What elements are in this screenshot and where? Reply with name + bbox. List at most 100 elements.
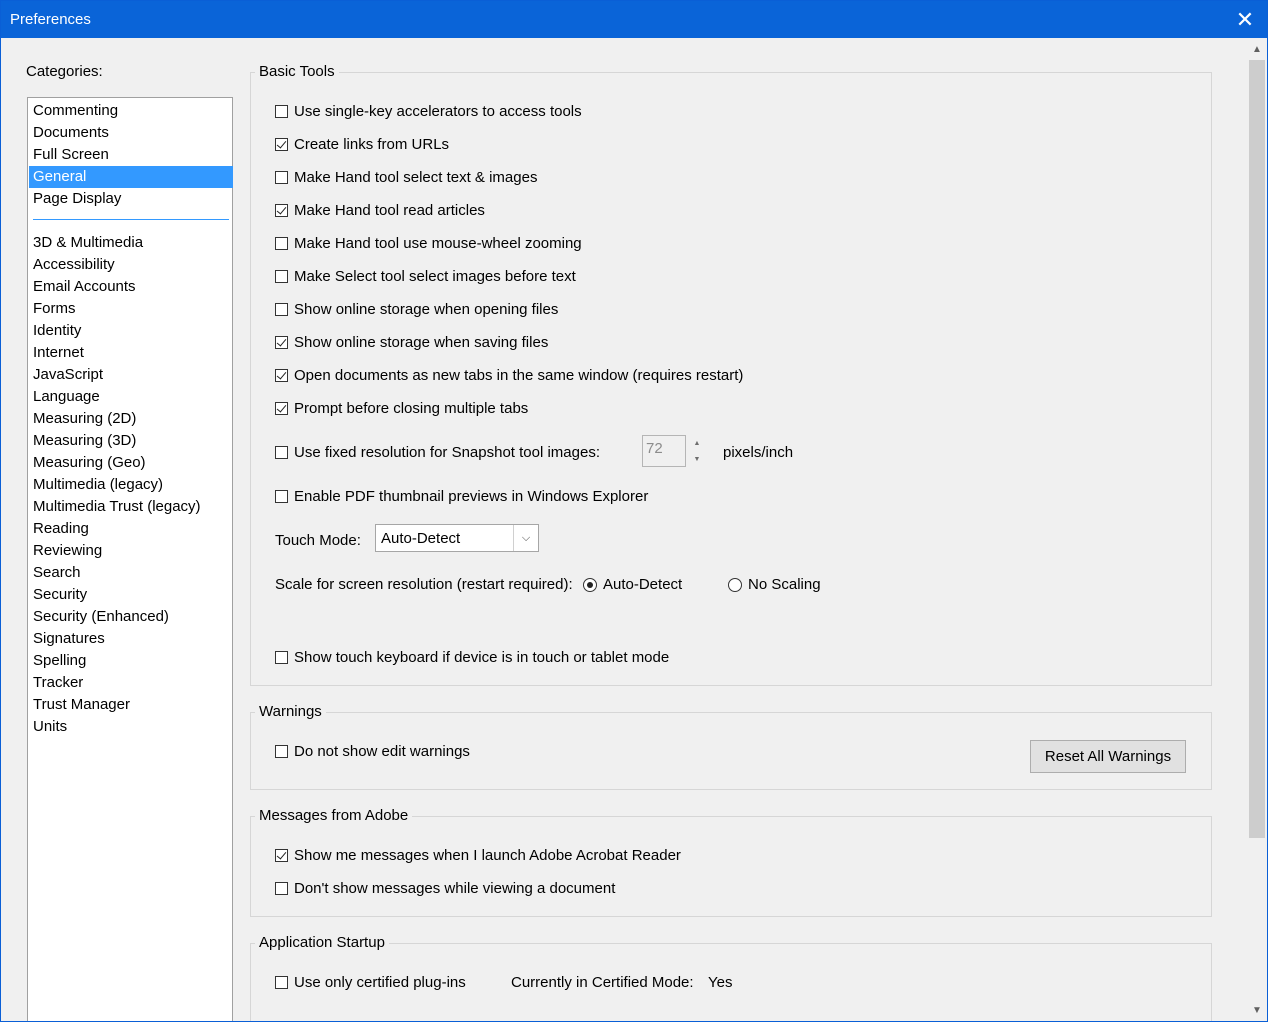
option-label: Make Hand tool use mouse-wheel zooming: [294, 235, 582, 252]
checkbox[interactable]: [275, 303, 288, 316]
scale-no-scaling-label: No Scaling: [748, 576, 821, 593]
checkbox[interactable]: [275, 270, 288, 283]
certified-plugins-checkbox[interactable]: [275, 976, 288, 989]
scale-label: Scale for screen resolution (restart req…: [275, 576, 573, 593]
category-item-measuring-2d[interactable]: Measuring (2D): [29, 408, 233, 430]
category-item-email-accounts[interactable]: Email Accounts: [29, 276, 233, 298]
option-make-hand-tool-select-text-images[interactable]: Make Hand tool select text & images: [275, 169, 537, 186]
snapshot-resolution-input[interactable]: 72: [642, 435, 686, 467]
category-item-javascript[interactable]: JavaScript: [29, 364, 233, 386]
touch-mode-label: Touch Mode:: [275, 532, 361, 549]
category-item-tracker[interactable]: Tracker: [29, 672, 233, 694]
category-item-measuring-geo[interactable]: Measuring (Geo): [29, 452, 233, 474]
checkbox[interactable]: [275, 849, 288, 862]
edit-warnings-checkbox[interactable]: [275, 745, 288, 758]
spin-up-icon[interactable]: ▲: [688, 435, 706, 451]
dialog-title: Preferences: [10, 11, 91, 28]
snapshot-resolution-checkbox[interactable]: [275, 446, 288, 459]
chevron-down-icon[interactable]: ⌵: [513, 525, 538, 551]
category-item-accessibility[interactable]: Accessibility: [29, 254, 233, 276]
category-item-reading[interactable]: Reading: [29, 518, 233, 540]
option-make-select-tool-select-images-before-text[interactable]: Make Select tool select images before te…: [275, 268, 576, 285]
scale-no-scaling-radio[interactable]: [728, 577, 742, 592]
messages-group: [250, 816, 1212, 917]
close-icon[interactable]: ✕: [1223, 1, 1267, 38]
touch-keyboard-checkbox[interactable]: [275, 651, 288, 664]
category-item-units[interactable]: Units: [29, 716, 233, 738]
option-show-online-storage-when-opening-files[interactable]: Show online storage when opening files: [275, 301, 558, 318]
scroll-up-icon[interactable]: ▲: [1247, 39, 1267, 59]
option-don-t-show-messages-while-viewing-a-document[interactable]: Don't show messages while viewing a docu…: [275, 880, 615, 897]
snapshot-resolution-option[interactable]: Use fixed resolution for Snapshot tool i…: [275, 444, 600, 461]
category-item-security[interactable]: Security: [29, 584, 233, 606]
scale-no-scaling-option[interactable]: No Scaling: [728, 576, 821, 593]
category-item-measuring-3d[interactable]: Measuring (3D): [29, 430, 233, 452]
certified-mode-value: Yes: [708, 974, 733, 991]
option-use-single-key-accelerators-to-access-tools[interactable]: Use single-key accelerators to access to…: [275, 103, 582, 120]
scale-auto-detect-label: Auto-Detect: [603, 576, 683, 593]
category-item-trust-manager[interactable]: Trust Manager: [29, 694, 233, 716]
scale-auto-detect-radio[interactable]: [583, 577, 597, 592]
checkbox[interactable]: [275, 369, 288, 382]
edit-warnings-option[interactable]: Do not show edit warnings: [275, 743, 470, 760]
thumbnail-label: Enable PDF thumbnail previews in Windows…: [294, 488, 649, 505]
categories-list[interactable]: Commenting Documents Full Screen General Pag…: [27, 97, 233, 1021]
warnings-title: Warnings: [255, 703, 326, 720]
checkbox[interactable]: [275, 882, 288, 895]
checkbox[interactable]: [275, 336, 288, 349]
certified-mode-label: Currently in Certified Mode:: [511, 974, 694, 991]
checkbox[interactable]: [275, 237, 288, 250]
title-bar: Preferences ✕: [1, 1, 1267, 38]
categories-label: Categories:: [26, 63, 103, 80]
category-item-security-enhanced[interactable]: Security (Enhanced): [29, 606, 233, 628]
option-make-hand-tool-read-articles[interactable]: Make Hand tool read articles: [275, 202, 485, 219]
category-item-general[interactable]: General: [29, 166, 233, 188]
touch-mode-value: Auto-Detect: [381, 530, 461, 547]
option-label: Don't show messages while viewing a docu…: [294, 880, 616, 897]
category-item-language[interactable]: Language: [29, 386, 233, 408]
startup-title: Application Startup: [255, 934, 389, 951]
scroll-down-icon[interactable]: ▼: [1247, 1000, 1267, 1020]
option-prompt-before-closing-multiple-tabs[interactable]: Prompt before closing multiple tabs: [275, 400, 528, 417]
snapshot-resolution-label: Use fixed resolution for Snapshot tool i…: [294, 444, 600, 461]
category-item-3d-multimedia[interactable]: 3D & Multimedia: [29, 232, 233, 254]
option-make-hand-tool-use-mouse-wheel-zooming[interactable]: Make Hand tool use mouse-wheel zooming: [275, 235, 582, 252]
option-label: Show me messages when I launch Adobe Acr…: [294, 847, 681, 864]
checkbox[interactable]: [275, 204, 288, 217]
category-item-reviewing[interactable]: Reviewing: [29, 540, 233, 562]
thumbnail-checkbox[interactable]: [275, 490, 288, 503]
checkbox[interactable]: [275, 138, 288, 151]
edit-warnings-label: Do not show edit warnings: [294, 743, 470, 760]
option-show-online-storage-when-saving-files[interactable]: Show online storage when saving files: [275, 334, 548, 351]
scale-auto-detect-option[interactable]: Auto-Detect: [583, 576, 682, 593]
touch-keyboard-option[interactable]: Show touch keyboard if device is in touc…: [275, 649, 669, 666]
category-item-multimedia-legacy[interactable]: Multimedia (legacy): [29, 474, 233, 496]
category-item-page-display[interactable]: Page Display: [29, 188, 233, 210]
option-create-links-from-urls[interactable]: Create links from URLs: [275, 136, 449, 153]
category-item-full-screen[interactable]: Full Screen: [29, 144, 233, 166]
resolution-unit: pixels/inch: [723, 444, 794, 461]
category-item-signatures[interactable]: Signatures: [29, 628, 233, 650]
touch-keyboard-label: Show touch keyboard if device is in touc…: [294, 649, 670, 666]
category-item-internet[interactable]: Internet: [29, 342, 233, 364]
category-item-identity[interactable]: Identity: [29, 320, 233, 342]
checkbox[interactable]: [275, 171, 288, 184]
checkbox[interactable]: [275, 402, 288, 415]
category-item-forms[interactable]: Forms: [29, 298, 233, 320]
touch-mode-select[interactable]: Auto-Detect ⌵: [375, 524, 539, 552]
reset-all-warnings-button[interactable]: Reset All Warnings: [1030, 740, 1186, 773]
spin-down-icon[interactable]: ▼: [688, 451, 706, 467]
thumbnail-option[interactable]: Enable PDF thumbnail previews in Windows…: [275, 488, 648, 505]
category-item-documents[interactable]: Documents: [29, 122, 233, 144]
option-show-me-messages-when-i-launch-adobe-acrobat-reader[interactable]: Show me messages when I launch Adobe Acr…: [275, 847, 681, 864]
option-label: Prompt before closing multiple tabs: [294, 400, 529, 417]
scroll-thumb[interactable]: [1249, 60, 1265, 838]
certified-plugins-option[interactable]: Use only certified plug-ins: [275, 974, 466, 991]
checkbox[interactable]: [275, 105, 288, 118]
category-item-commenting[interactable]: Commenting: [29, 100, 233, 122]
category-item-spelling[interactable]: Spelling: [29, 650, 233, 672]
category-item-multimedia-trust-legacy[interactable]: Multimedia Trust (legacy): [29, 496, 233, 518]
option-open-documents-as-new-tabs-in-the-same-window-requires-restart[interactable]: Open documents as new tabs in the same w…: [275, 367, 743, 384]
category-item-search[interactable]: Search: [29, 562, 233, 584]
vertical-scrollbar[interactable]: ▲ ▼: [1247, 39, 1267, 1021]
